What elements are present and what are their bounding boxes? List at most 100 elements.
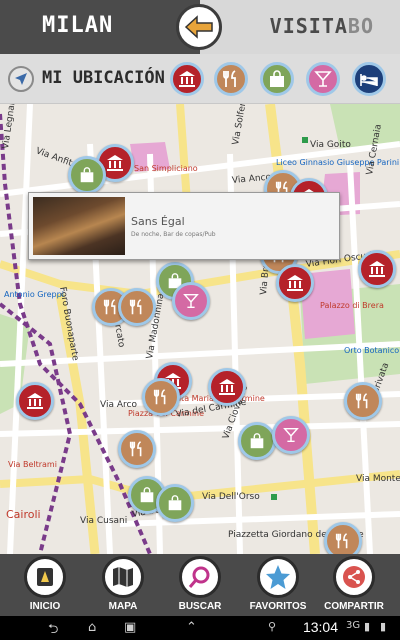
system-home-icon[interactable]: ⌂ bbox=[88, 620, 96, 635]
share-icon bbox=[343, 566, 365, 588]
poi-label: Via Beltrami bbox=[8, 460, 57, 469]
museum-marker[interactable] bbox=[208, 368, 246, 406]
museum-marker[interactable] bbox=[16, 382, 54, 420]
brand-accent: BO bbox=[347, 14, 374, 38]
restaurant-icon bbox=[129, 441, 142, 457]
brand-main: VISITA bbox=[269, 14, 348, 38]
home-button[interactable] bbox=[24, 556, 66, 598]
filter-hotel-button[interactable] bbox=[352, 62, 386, 96]
nav-label: INICIO bbox=[29, 601, 61, 612]
nav-label: FAVORITOS bbox=[249, 601, 307, 612]
app-screen: MILAN VISITABO MI UBICACIÓN Via Legnano … bbox=[0, 0, 400, 640]
shopping-icon bbox=[140, 487, 154, 503]
shop-marker[interactable] bbox=[68, 156, 106, 194]
my-location-label: MI UBICACIÓN bbox=[42, 68, 165, 88]
map-background bbox=[0, 104, 400, 554]
filter-restaurant-button[interactable] bbox=[214, 62, 248, 96]
poi-label: San Simpliciano bbox=[134, 164, 198, 173]
nav-label: MAPA bbox=[108, 601, 138, 612]
street-label: Via Goito bbox=[310, 140, 351, 150]
city-title: MILAN bbox=[42, 13, 114, 38]
restaurant-marker[interactable] bbox=[142, 378, 180, 416]
shopping-icon bbox=[80, 167, 94, 183]
nav-mapa[interactable]: MAPA bbox=[83, 556, 163, 616]
system-up-icon[interactable]: ⌃ bbox=[186, 620, 197, 635]
map-view[interactable]: Via Legnano Via Anfiteatro Via Solferino… bbox=[0, 104, 400, 554]
filter-museum-button[interactable] bbox=[170, 62, 204, 96]
nightlife-icon bbox=[183, 293, 199, 309]
museum-icon bbox=[179, 71, 195, 87]
shopping-icon bbox=[270, 70, 284, 87]
poi-label: Antonio Greppi bbox=[4, 290, 64, 299]
location-bar: MI UBICACIÓN bbox=[0, 54, 400, 104]
map-icon bbox=[113, 567, 133, 587]
restaurant-icon bbox=[355, 393, 368, 409]
home-icon bbox=[37, 568, 53, 586]
place-popup[interactable]: Sans Égal De noche, Bar de copas/Pub bbox=[28, 192, 340, 260]
back-button[interactable] bbox=[176, 4, 222, 50]
search-icon bbox=[188, 566, 210, 588]
nav-compartir[interactable]: COMPARTIR bbox=[314, 556, 394, 616]
battery-icon: ▮ bbox=[380, 620, 387, 633]
brand-logo: VISITABO bbox=[270, 14, 374, 38]
restaurant-icon bbox=[153, 389, 166, 405]
nav-label: BUSCAR bbox=[178, 601, 222, 612]
bottom-navigation: INICIO MAPA BUSCAR FAVORITOS COMPARTIR bbox=[0, 554, 400, 616]
poi-label: Orto Botanico di Brera bbox=[344, 346, 400, 355]
nightlife-marker[interactable] bbox=[272, 416, 310, 454]
restaurant-marker[interactable] bbox=[118, 288, 156, 326]
museum-marker[interactable] bbox=[276, 264, 314, 302]
poi-label: Liceo Ginnasio Giuseppe Parini bbox=[276, 158, 400, 167]
nav-inicio[interactable]: INICIO bbox=[5, 556, 85, 616]
nav-buscar[interactable]: BUSCAR bbox=[160, 556, 240, 616]
shop-marker[interactable] bbox=[156, 484, 194, 522]
shopping-icon bbox=[250, 433, 264, 449]
museum-marker[interactable] bbox=[358, 250, 396, 288]
place-title: Sans Égal bbox=[131, 215, 185, 228]
arrow-left-icon bbox=[184, 15, 213, 39]
restaurant-icon bbox=[129, 299, 142, 315]
museum-icon bbox=[219, 379, 235, 395]
street-label: Via Monte bbox=[356, 474, 400, 484]
system-back-icon[interactable]: ⮌ bbox=[48, 620, 58, 640]
locate-button[interactable] bbox=[8, 66, 34, 92]
museum-icon bbox=[287, 275, 303, 291]
nav-favoritos[interactable]: FAVORITOS bbox=[238, 556, 318, 616]
place-photo bbox=[33, 197, 125, 255]
system-bar: ⮌ ⌂ ▣ ⌃ ⚲ 13:04 3G ▮ ▮ bbox=[0, 616, 400, 640]
signal-icon: ▮ bbox=[364, 620, 371, 633]
usb-icon: ⚲ bbox=[268, 620, 277, 633]
clock: 13:04 bbox=[302, 619, 338, 635]
favorites-button[interactable] bbox=[257, 556, 299, 598]
app-header: MILAN VISITABO bbox=[0, 0, 400, 54]
restaurant-icon bbox=[223, 70, 236, 87]
shop-marker[interactable] bbox=[238, 422, 276, 460]
system-recents-icon[interactable]: ▣ bbox=[124, 620, 136, 635]
star-icon bbox=[266, 565, 290, 589]
filter-shopping-button[interactable] bbox=[260, 62, 294, 96]
poi-label: Palazzo di Brera bbox=[320, 301, 384, 310]
filter-nightlife-button[interactable] bbox=[306, 62, 340, 96]
navigation-arrow-icon bbox=[15, 73, 27, 85]
street-label: Via Dell'Orso bbox=[202, 492, 260, 502]
museum-icon bbox=[27, 393, 43, 409]
nav-label: COMPARTIR bbox=[324, 601, 384, 612]
search-button[interactable] bbox=[179, 556, 221, 598]
restaurant-marker[interactable] bbox=[324, 522, 362, 554]
network-type: 3G bbox=[346, 620, 361, 631]
shopping-icon bbox=[168, 495, 182, 511]
nightlife-icon bbox=[314, 71, 332, 87]
museum-icon bbox=[107, 155, 123, 171]
museum-icon bbox=[369, 261, 385, 277]
restaurant-marker[interactable] bbox=[344, 382, 382, 420]
restaurant-marker[interactable] bbox=[118, 430, 156, 468]
hotel-icon bbox=[360, 74, 378, 86]
poi-label: Cairoli bbox=[6, 508, 41, 521]
street-label: Via Cusani bbox=[80, 516, 128, 526]
map-button[interactable] bbox=[102, 556, 144, 598]
restaurant-icon bbox=[335, 533, 348, 549]
nightlife-marker[interactable] bbox=[172, 282, 210, 320]
street-label: Via Arco bbox=[100, 400, 137, 410]
share-button[interactable] bbox=[333, 556, 375, 598]
nightlife-icon bbox=[283, 427, 299, 443]
